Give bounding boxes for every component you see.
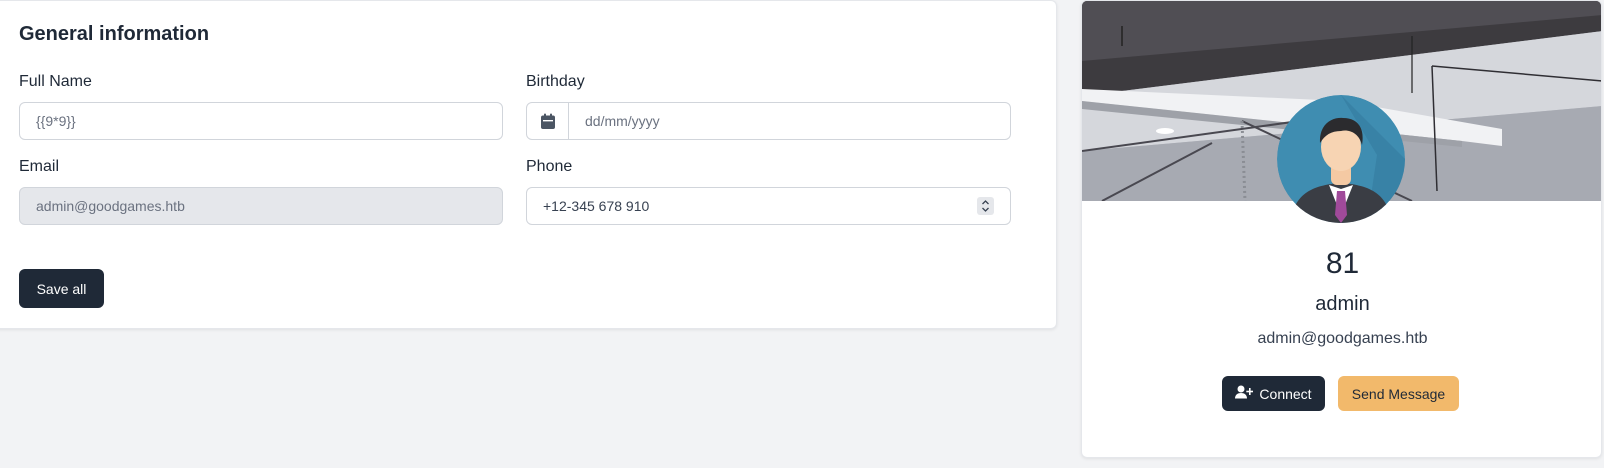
phone-value: +12-345 678 910 [543,198,650,214]
full-name-label: Full Name [19,73,92,90]
stepper-icon[interactable] [977,197,994,215]
profile-card: 81 admin admin@goodgames.htb Connect Sen… [1081,0,1602,458]
email-field: admin@goodgames.htb [19,187,503,225]
connect-button[interactable]: Connect [1222,376,1325,411]
phone-input[interactable]: +12-345 678 910 [526,187,1011,225]
profile-number: 81 [1325,247,1360,280]
connect-label: Connect [1259,385,1312,402]
save-all-button[interactable]: Save all [19,269,104,308]
user-plus-icon [1235,385,1254,402]
birthday-input[interactable]: dd/mm/yyyy [526,102,1011,140]
calendar-icon [527,103,569,139]
birthday-label: Birthday [526,73,585,90]
email-label: Email [19,158,60,175]
section-title: General information [19,23,210,45]
avatar [1277,95,1405,223]
profile-email: admin@goodgames.htb [1257,330,1428,347]
send-message-button[interactable]: Send Message [1338,376,1459,411]
phone-label: Phone [526,158,573,175]
birthday-placeholder: dd/mm/yyyy [585,113,660,129]
general-information-card: General information Full Name {{9*9}} Bi… [0,0,1057,329]
profile-name: admin [1315,293,1370,315]
full-name-input[interactable]: {{9*9}} [19,102,503,140]
